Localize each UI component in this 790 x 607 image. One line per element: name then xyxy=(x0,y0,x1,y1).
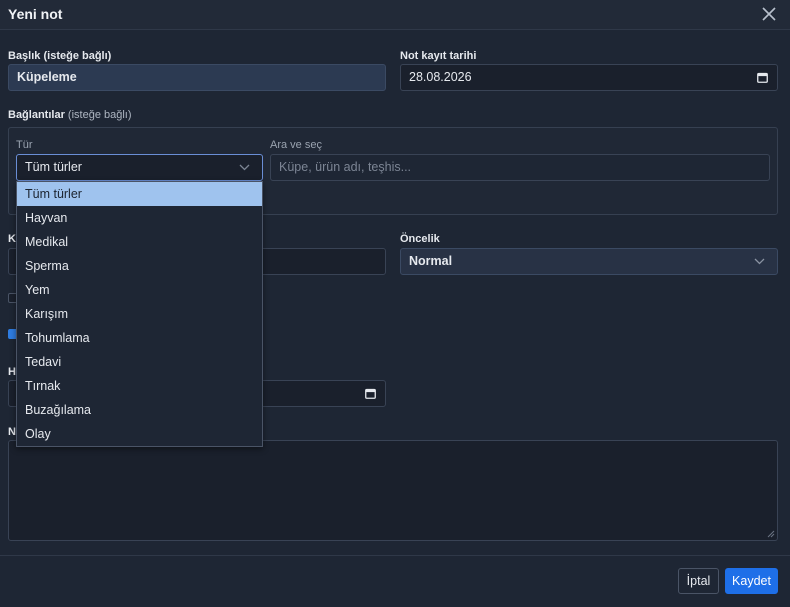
type-option[interactable]: Tırnak xyxy=(17,374,262,398)
note-textarea[interactable] xyxy=(8,440,778,541)
new-note-dialog: Yeni not Başlık (isteğe bağlı) Küpeleme … xyxy=(0,0,790,607)
date-input-value: 28.08.2026 xyxy=(409,70,472,84)
chevron-down-icon xyxy=(239,164,250,171)
title-input[interactable]: Küpeleme xyxy=(8,64,386,91)
dialog-title: Yeni not xyxy=(8,6,63,22)
type-option[interactable]: Yem xyxy=(17,278,262,302)
type-option[interactable]: Medikal xyxy=(17,230,262,254)
close-icon[interactable] xyxy=(758,3,780,25)
type-option[interactable]: Hayvan xyxy=(17,206,262,230)
type-option[interactable]: Tohumlama xyxy=(17,326,262,350)
date-input[interactable]: 28.08.2026 xyxy=(400,64,778,91)
dialog-footer: İptal Kaydet xyxy=(0,555,790,607)
cancel-button[interactable]: İptal xyxy=(678,568,719,594)
title-input-value: Küpeleme xyxy=(17,70,77,84)
calendar-icon[interactable] xyxy=(365,388,376,399)
priority-label: Öncelik xyxy=(400,233,440,245)
type-select-value: Tüm türler xyxy=(25,160,82,174)
search-label: Ara ve seç xyxy=(270,139,322,151)
type-option[interactable]: Karışım xyxy=(17,302,262,326)
type-option[interactable]: Tüm türler xyxy=(17,182,262,206)
dialog-header: Yeni not xyxy=(0,0,790,30)
type-option[interactable]: Tedavi xyxy=(17,350,262,374)
type-select[interactable]: Tüm türler xyxy=(16,154,263,181)
type-option[interactable]: Sperma xyxy=(17,254,262,278)
save-button[interactable]: Kaydet xyxy=(725,568,778,594)
search-placeholder: Küpe, ürün adı, teşhis... xyxy=(279,160,412,174)
type-option[interactable]: Olay xyxy=(17,422,262,446)
priority-select[interactable]: Normal xyxy=(400,248,778,275)
date-label: Not kayıt tarihi xyxy=(400,50,477,62)
type-option[interactable]: Buzağılama xyxy=(17,398,262,422)
search-input[interactable]: Küpe, ürün adı, teşhis... xyxy=(270,154,770,181)
reminder-label-partial: H xyxy=(8,366,16,378)
chevron-down-icon xyxy=(754,258,765,265)
resize-grip-icon[interactable] xyxy=(767,530,775,538)
type-label: Tür xyxy=(16,139,33,151)
category-label-partial: K xyxy=(8,233,16,245)
note-label-partial: N xyxy=(8,426,16,438)
type-dropdown-list: Tüm türler Hayvan Medikal Sperma Yem Kar… xyxy=(16,181,263,447)
links-label: Bağlantılar (isteğe bağlı) xyxy=(8,109,132,121)
priority-select-value: Normal xyxy=(409,254,453,268)
title-label: Başlık (isteğe bağlı) xyxy=(8,50,112,62)
calendar-icon[interactable] xyxy=(757,72,768,83)
